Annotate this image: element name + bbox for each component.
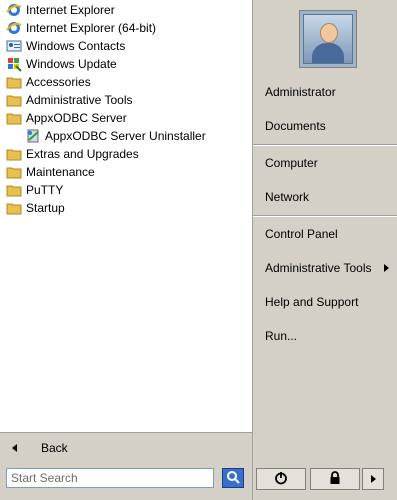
search-button[interactable] (222, 468, 244, 488)
program-folder-administrative-tools[interactable]: Administrative Tools (0, 91, 250, 109)
right-item-run[interactable]: Run... (253, 325, 397, 347)
program-internet-explorer[interactable]: Internet Explorer (0, 1, 250, 19)
internet-explorer-icon (6, 2, 22, 18)
internet-explorer-icon (6, 20, 22, 36)
program-label: Startup (26, 201, 65, 215)
right-item-control-panel[interactable]: Control Panel (253, 223, 397, 245)
folder-icon (6, 200, 22, 216)
divider (253, 144, 397, 146)
program-label: Administrative Tools (26, 93, 133, 107)
program-windows-update[interactable]: Windows Update (0, 55, 250, 73)
lock-button[interactable] (310, 468, 360, 490)
right-item-label: Network (265, 190, 310, 204)
power-area (253, 462, 397, 500)
program-label: AppxODBC Server (26, 111, 127, 125)
back-arrow-icon (12, 444, 17, 452)
folder-icon (6, 182, 22, 198)
right-item-label: Administrative Tools (265, 261, 372, 275)
program-label: Maintenance (26, 165, 95, 179)
right-item-label: Help and Support (265, 295, 359, 309)
program-label: Internet Explorer (26, 3, 115, 17)
search-area (0, 462, 253, 500)
windows-update-icon (6, 56, 22, 72)
program-label: Windows Contacts (26, 39, 126, 53)
folder-icon (6, 74, 22, 90)
program-label: AppxODBC Server Uninstaller (45, 129, 206, 143)
folder-icon (6, 92, 22, 108)
program-label: Windows Update (26, 57, 117, 71)
more-options-arrow-icon (370, 475, 376, 483)
uninstaller-icon (25, 128, 41, 144)
start-search-input[interactable] (6, 468, 214, 488)
right-pane: Administrator Documents Computer Network… (253, 0, 397, 462)
folder-icon (6, 146, 22, 162)
right-item-administrative-tools[interactable]: Administrative Tools (253, 257, 397, 279)
back-label: Back (41, 441, 68, 455)
folder-icon (6, 110, 22, 126)
contacts-icon (6, 38, 22, 54)
program-label: PuTTY (26, 183, 64, 197)
program-label: Extras and Upgrades (26, 147, 139, 161)
back-button[interactable]: Back (0, 432, 253, 463)
power-icon (274, 471, 288, 488)
right-item-label: Run... (265, 329, 298, 343)
all-programs-list: Internet Explorer Internet Explorer (64-… (0, 0, 253, 432)
program-folder-appxodbc-server[interactable]: AppxODBC Server (0, 109, 250, 127)
power-button[interactable] (256, 468, 306, 490)
program-folder-accessories[interactable]: Accessories (0, 73, 250, 91)
program-folder-putty[interactable]: PuTTY (0, 181, 250, 199)
program-internet-explorer-64[interactable]: Internet Explorer (64-bit) (0, 19, 250, 37)
lock-icon (328, 470, 342, 488)
right-item-network[interactable]: Network (253, 186, 397, 208)
right-item-documents[interactable]: Documents (253, 115, 397, 137)
more-options-button[interactable] (362, 468, 384, 490)
program-windows-contacts[interactable]: Windows Contacts (0, 37, 250, 55)
right-item-label: Documents (265, 119, 326, 133)
right-item-label: Computer (265, 156, 318, 170)
folder-icon (6, 164, 22, 180)
program-label: Accessories (26, 75, 91, 89)
user-avatar[interactable] (299, 10, 357, 68)
right-item-label: Control Panel (265, 227, 338, 241)
right-item-administrator[interactable]: Administrator (253, 81, 397, 103)
program-appxodbc-uninstaller[interactable]: AppxODBC Server Uninstaller (0, 127, 250, 145)
submenu-arrow-icon (384, 264, 389, 272)
program-label: Internet Explorer (64-bit) (26, 21, 157, 35)
program-folder-maintenance[interactable]: Maintenance (0, 163, 250, 181)
program-folder-extras-and-upgrades[interactable]: Extras and Upgrades (0, 145, 250, 163)
search-icon (226, 470, 240, 487)
divider (253, 215, 397, 217)
right-item-computer[interactable]: Computer (253, 152, 397, 174)
user-picture-icon (303, 14, 353, 64)
right-item-help-and-support[interactable]: Help and Support (253, 291, 397, 313)
program-folder-startup[interactable]: Startup (0, 199, 250, 217)
right-item-label: Administrator (265, 85, 336, 99)
